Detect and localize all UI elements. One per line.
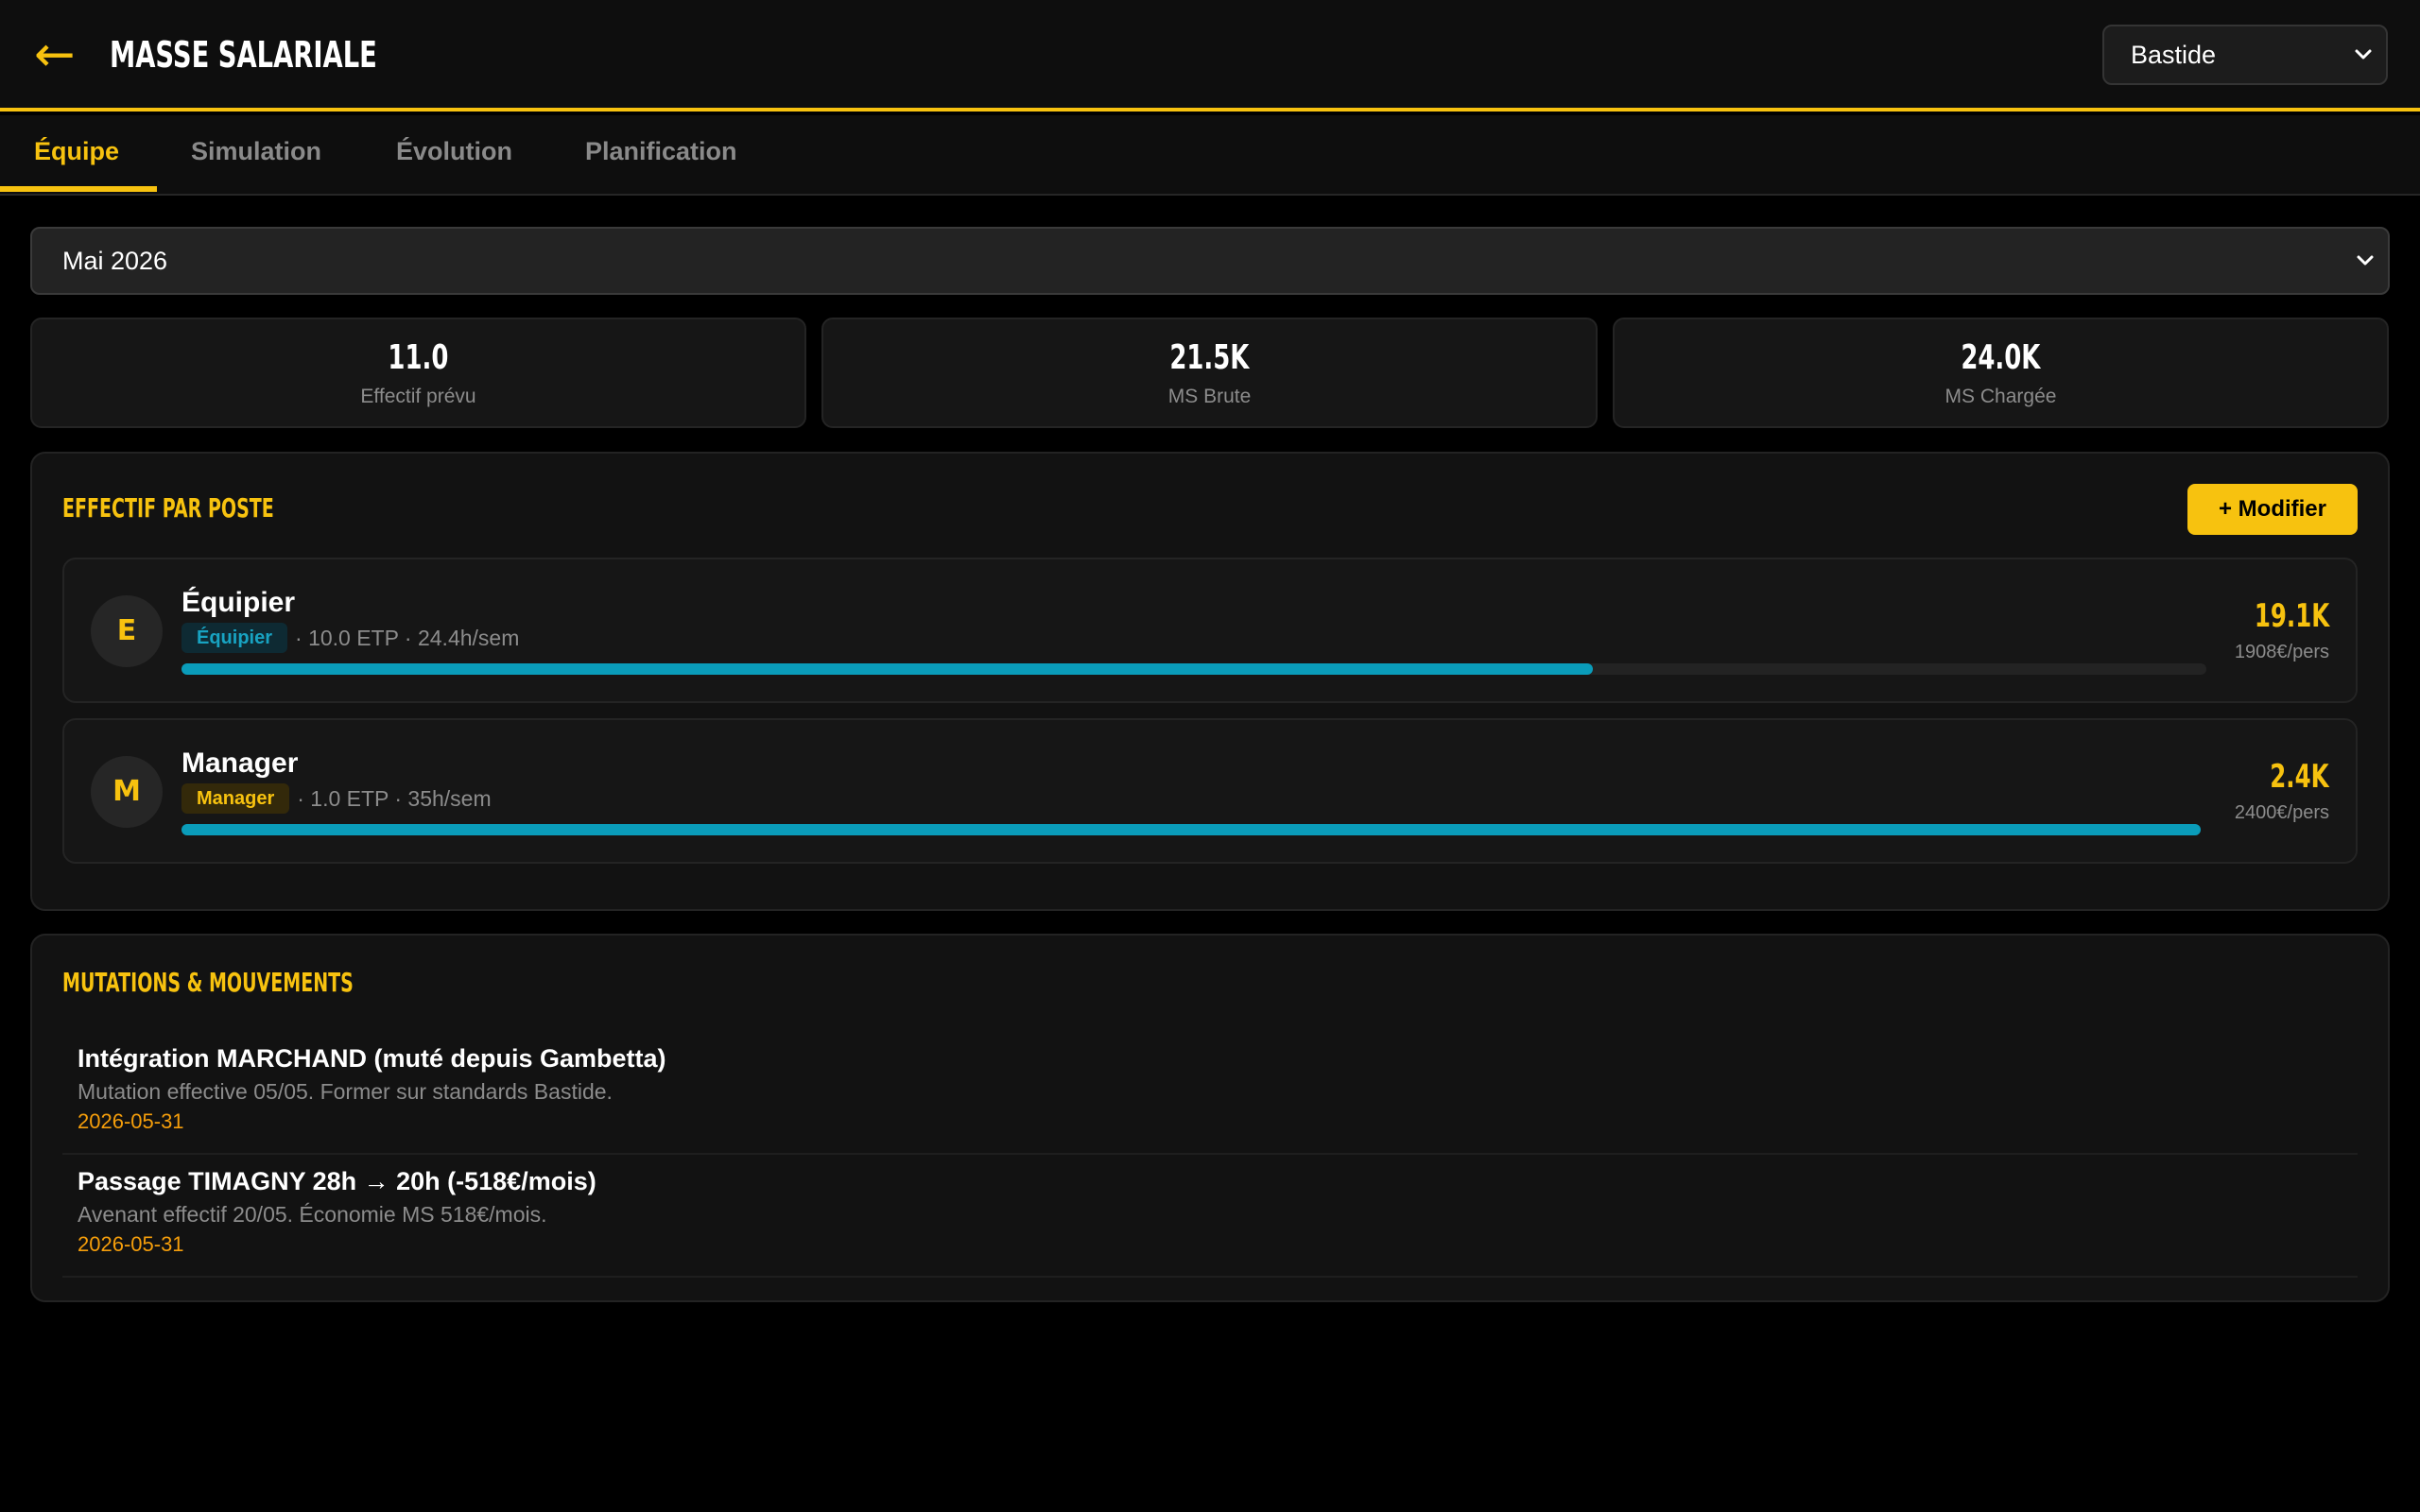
mutation-title: Passage TIMAGNY 28h → 20h (-518€/mois)	[78, 1167, 596, 1195]
kpi-card-ms-brute: 21.5K MS Brute	[821, 318, 1598, 428]
list-item: Intégration MARCHAND (muté depuis Gambet…	[62, 1032, 2358, 1155]
post-per-person: 1908€/pers	[2234, 642, 2329, 662]
share-bar	[182, 824, 2201, 835]
kpi-value: 21.5K	[1169, 338, 1250, 377]
effectif-panel: EFFECTIF PAR POSTE + Modifier E Équipier…	[30, 452, 2390, 911]
share-bar	[182, 663, 2206, 675]
share-bar-fill	[182, 824, 2201, 835]
post-name: Manager	[182, 747, 299, 779]
mutation-title: Intégration MARCHAND (muté depuis Gambet…	[78, 1044, 666, 1073]
kpi-value: 11.0	[388, 338, 449, 377]
mutation-description: Avenant effectif 20/05. Économie MS 518€…	[78, 1202, 547, 1227]
page-title: MASSE SALARIALE	[110, 34, 377, 76]
post-meta: Manager · 1.0 ETP · 35h/sem	[182, 782, 492, 815]
role-badge: Manager	[182, 783, 290, 814]
mutation-description: Mutation effective 05/05. Former sur sta…	[78, 1079, 613, 1104]
kpi-label: Effectif prévu	[360, 386, 476, 407]
tab-simulation[interactable]: Simulation	[191, 115, 321, 194]
share-bar-fill	[182, 663, 1593, 675]
tab-evolution[interactable]: Évolution	[396, 115, 512, 194]
chevron-down-icon	[2355, 49, 2372, 60]
avatar: E	[91, 595, 163, 667]
kpi-card-ms-chargee: 24.0K MS Chargée	[1613, 318, 2389, 428]
store-select[interactable]: Bastide	[2102, 25, 2388, 85]
kpi-value: 24.0K	[1961, 338, 2041, 377]
post-per-person: 2400€/pers	[2234, 802, 2329, 823]
section-title: EFFECTIF PAR POSTE	[62, 492, 274, 524]
mutations-panel: MUTATIONS & MOUVEMENTS Intégration MARCH…	[30, 934, 2390, 1302]
kpi-label: MS Chargée	[1945, 386, 2057, 407]
post-amount: 2.4K	[2270, 758, 2329, 796]
section-title: MUTATIONS & MOUVEMENTS	[62, 967, 354, 998]
tab-planification[interactable]: Planification	[585, 115, 737, 194]
month-select-value: Mai 2026	[62, 247, 168, 275]
chevron-down-icon	[2357, 255, 2374, 266]
list-item: Passage TIMAGNY 28h → 20h (-518€/mois) A…	[62, 1155, 2358, 1278]
kpi-label: MS Brute	[1167, 386, 1252, 407]
month-select[interactable]: Mai 2026	[30, 227, 2390, 295]
app-header: ← MASSE SALARIALE Bastide	[0, 0, 2420, 112]
kpi-card-effectif: 11.0 Effectif prévu	[30, 318, 806, 428]
mutation-date: 2026-05-31	[78, 1109, 184, 1133]
arrow-left-icon[interactable]: ←	[34, 25, 83, 85]
post-name: Équipier	[182, 587, 296, 618]
tab-bar: Équipe Simulation Évolution Planificatio…	[0, 115, 2420, 196]
avatar: M	[91, 756, 163, 828]
post-details: · 1.0 ETP · 35h/sem	[297, 785, 492, 811]
post-row-equipier[interactable]: E Équipier Équipier · 10.0 ETP · 24.4h/s…	[62, 558, 2358, 703]
store-select-value: Bastide	[2131, 41, 2217, 69]
post-details: · 10.0 ETP · 24.4h/sem	[295, 625, 520, 650]
mutation-date: 2026-05-31	[78, 1232, 184, 1256]
active-tab-indicator	[0, 186, 157, 192]
role-badge: Équipier	[182, 623, 288, 653]
modify-button[interactable]: + Modifier	[2187, 484, 2358, 535]
post-meta: Équipier · 10.0 ETP · 24.4h/sem	[182, 622, 519, 654]
post-amount: 19.1K	[2254, 597, 2329, 635]
post-row-manager[interactable]: M Manager Manager · 1.0 ETP · 35h/sem 2.…	[62, 718, 2358, 864]
tab-equipe[interactable]: Équipe	[34, 115, 119, 194]
